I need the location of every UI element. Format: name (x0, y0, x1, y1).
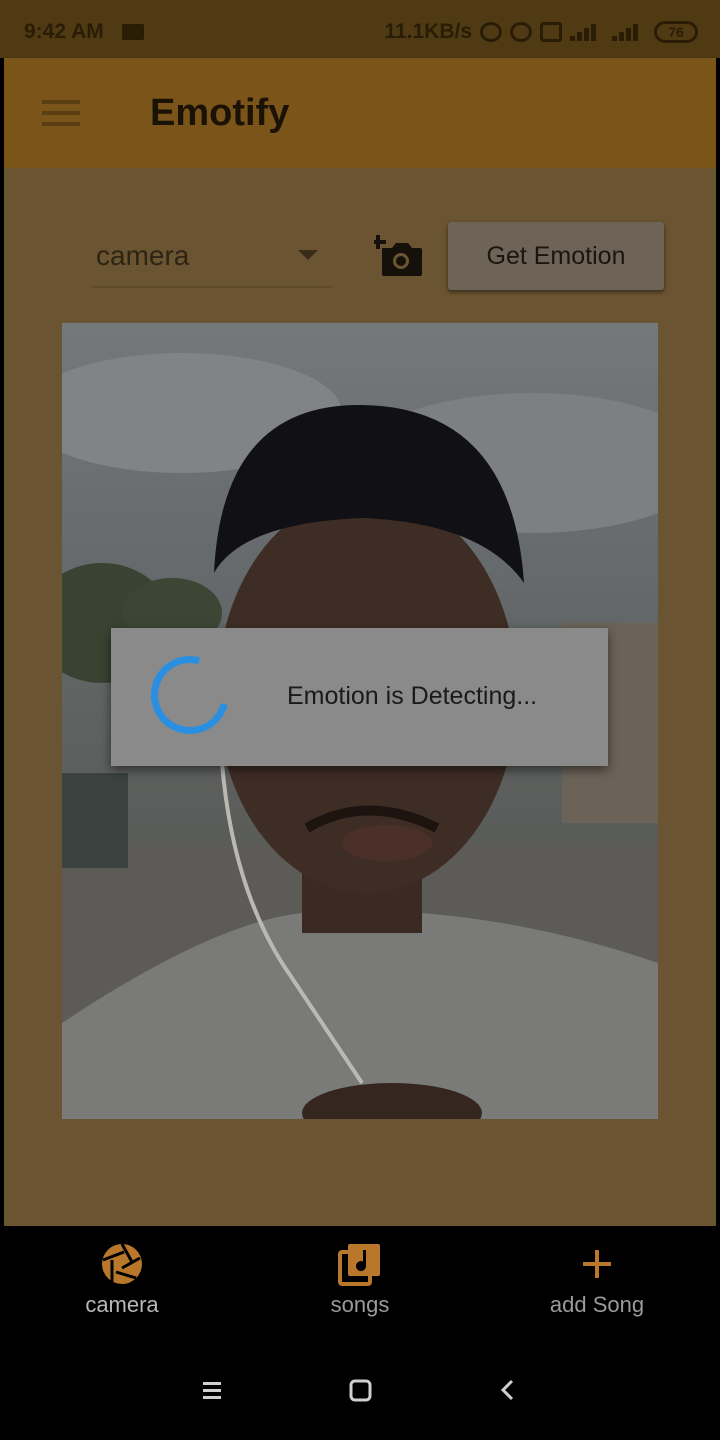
chevron-down-icon (298, 250, 318, 260)
signal-icon (570, 23, 604, 41)
battery-icon: 76 (654, 21, 698, 43)
headphones-icon (480, 22, 502, 42)
status-time: 9:42 AM (24, 20, 104, 43)
alarm-icon (510, 22, 532, 42)
status-icons: 11.1KB/s 76 (384, 20, 698, 44)
source-dropdown-value: camera (96, 240, 190, 271)
app-title: Emotify (150, 92, 290, 134)
get-emotion-button[interactable]: Get Emotion (448, 222, 664, 290)
nav-item-songs[interactable]: songs (270, 1242, 450, 1318)
source-dropdown[interactable]: camera (92, 228, 332, 288)
loading-spinner (136, 641, 244, 749)
bottom-navigation: camera songs add Song (0, 1226, 720, 1340)
loading-message: Emotion is Detecting... (287, 682, 538, 710)
signal-icon-2 (612, 23, 646, 41)
menu-icon[interactable] (42, 100, 80, 126)
aperture-icon (100, 1242, 144, 1286)
network-speed: 11.1KB/s (384, 20, 472, 43)
status-bar: 9:42 AM 11.1KB/s 76 (0, 0, 720, 58)
nav-item-add-song[interactable]: add Song (507, 1242, 687, 1318)
nav-label-camera: camera (85, 1292, 159, 1317)
nav-item-camera[interactable]: camera (32, 1242, 212, 1318)
recents-menu-icon[interactable] (194, 1372, 230, 1408)
app-bar: Emotify (4, 58, 716, 168)
add-a-photo-icon[interactable] (372, 232, 424, 278)
home-icon[interactable] (342, 1372, 378, 1408)
sim-icon (540, 22, 562, 42)
music-library-icon (338, 1242, 382, 1286)
loading-dialog: Emotion is Detecting... (111, 628, 608, 766)
video-recording-icon (122, 24, 144, 40)
nav-label-songs: songs (330, 1292, 390, 1317)
back-icon[interactable] (490, 1372, 526, 1408)
system-navigation-bar (0, 1340, 720, 1440)
nav-label-add-song: add Song (549, 1292, 645, 1317)
plus-icon (575, 1242, 619, 1286)
